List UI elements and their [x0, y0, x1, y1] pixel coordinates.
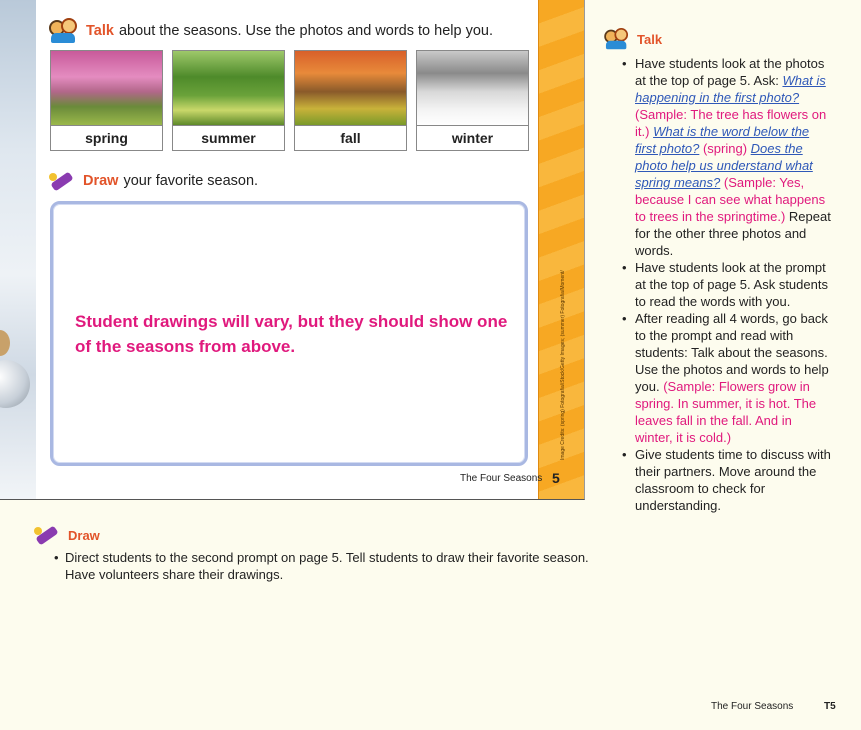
crayon-icon: [49, 170, 75, 192]
talk-prompt-text: about the seasons. Use the photos and wo…: [118, 23, 493, 39]
draw-answer-text: Student drawings will vary, but they sho…: [75, 312, 508, 356]
draw-prompt-text: your favorite season.: [123, 173, 259, 189]
draw-keyword: Draw: [83, 173, 119, 189]
image-credits: Image Credits: (spring) Fotografia/iStoc…: [560, 270, 568, 460]
talk-heading-label: Talk: [637, 31, 663, 47]
draw-bullet-list: Direct students to the second prompt on …: [34, 549, 594, 583]
photo-label-winter: winter: [416, 126, 529, 151]
season-photos: spring summer fall winter: [50, 50, 529, 151]
list-item: Give students time to discuss with their…: [602, 446, 832, 514]
draw-heading-label: Draw: [68, 527, 100, 543]
photo-card-summer: summer: [172, 50, 285, 151]
talk-keyword: Talk: [86, 23, 114, 39]
sample-answer: (Sample: Flowers grow in spring. In summ…: [635, 379, 817, 445]
talk-notes: Talk Have students look at the photos at…: [602, 26, 832, 514]
list-item: Direct students to the second prompt on …: [34, 549, 594, 583]
decorative-image-piece: [0, 330, 10, 356]
winter-photo-edge: [0, 0, 36, 499]
photo-label-summer: summer: [172, 126, 285, 151]
student-page: Talk about the seasons. Use the photos a…: [0, 0, 585, 500]
fall-photo: [294, 50, 407, 126]
list-item: After reading all 4 words, go back to th…: [602, 310, 832, 446]
draw-notes: Draw Direct students to the second promp…: [34, 524, 594, 583]
spring-photo: [50, 50, 163, 126]
teacher-page-number: T5: [824, 701, 836, 712]
draw-notes-heading: Draw: [34, 524, 594, 546]
winter-photo: [416, 50, 529, 126]
list-item: Have students look at the prompt at the …: [602, 259, 832, 310]
sample-answer: (spring): [702, 141, 748, 156]
teacher-page-footer: The Four Seasons: [711, 701, 794, 712]
list-item: Have students look at the photos at the …: [602, 55, 832, 259]
summer-photo: [172, 50, 285, 126]
draw-prompt: Draw your favorite season.: [49, 170, 258, 192]
snow-ball-image: [0, 360, 30, 408]
talk-kids-icon: [604, 27, 630, 50]
photo-label-fall: fall: [294, 126, 407, 151]
talk-kids-icon: [49, 18, 79, 44]
talk-prompt: Talk about the seasons. Use the photos a…: [49, 18, 493, 44]
photo-label-spring: spring: [50, 126, 163, 151]
talk-notes-heading: Talk: [602, 26, 832, 52]
photo-card-winter: winter: [416, 50, 529, 151]
talk-bullet-list: Have students look at the photos at the …: [602, 55, 832, 514]
crayon-icon: [34, 524, 60, 546]
student-page-footer: The Four Seasons: [460, 473, 543, 484]
student-page-number: 5: [552, 470, 560, 486]
photo-card-fall: fall: [294, 50, 407, 151]
photo-card-spring: spring: [50, 50, 163, 151]
